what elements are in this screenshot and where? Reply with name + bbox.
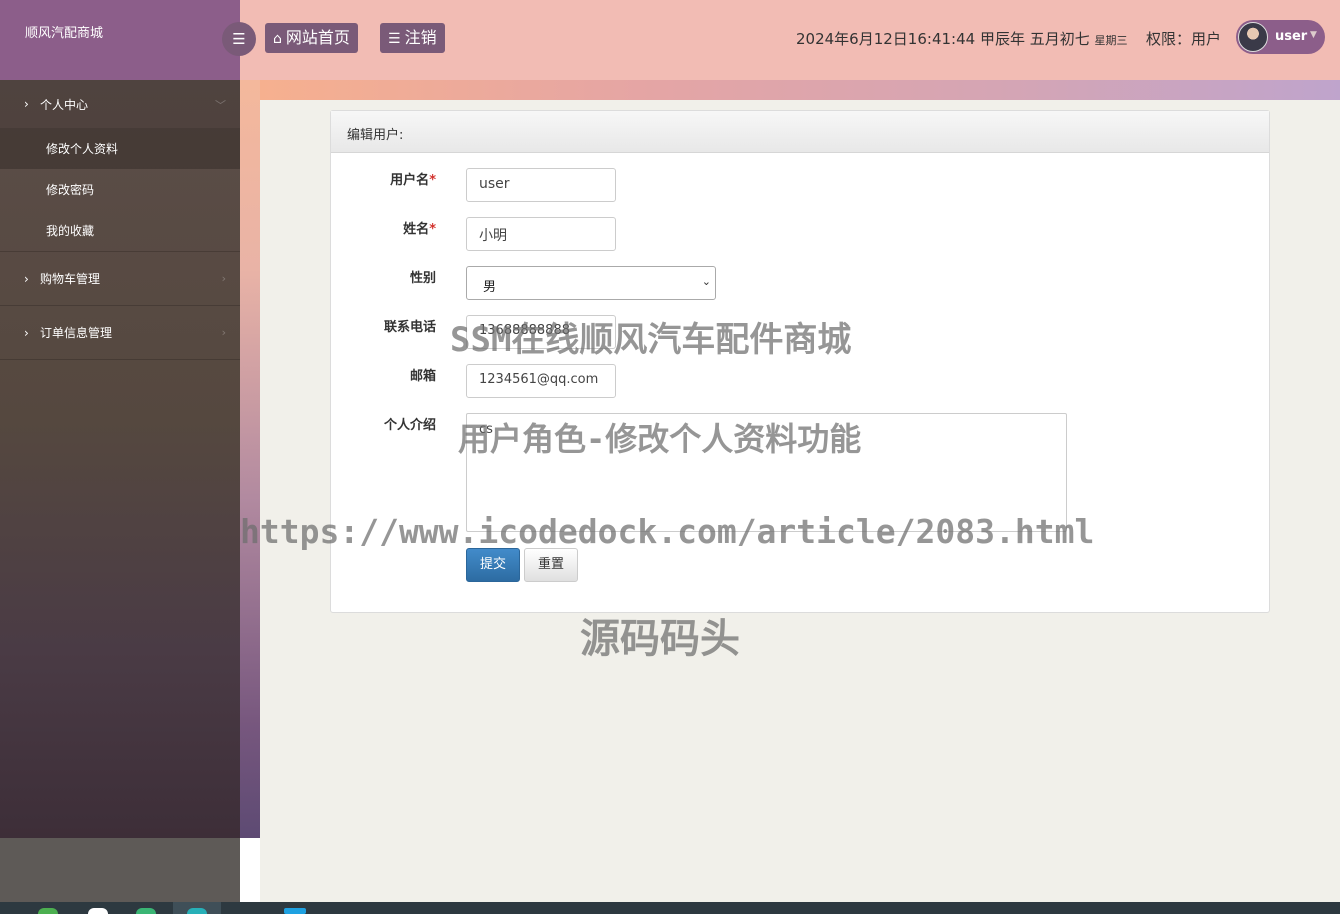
chevron-down-icon: ﹀ xyxy=(215,99,226,112)
header-gradient-bar xyxy=(260,80,1340,100)
user-menu-button[interactable]: user ▼ xyxy=(1236,20,1325,54)
username-label-text: 用户名 xyxy=(390,173,430,188)
user-name: user xyxy=(1275,29,1308,44)
sidebar-item-favorites[interactable]: 我的收藏 xyxy=(0,210,240,251)
list-icon: ☰ xyxy=(388,31,401,47)
chevron-right-icon: › xyxy=(24,97,29,111)
panel-title: 编辑用户: xyxy=(331,111,1269,153)
email-label: 邮箱 xyxy=(409,369,436,384)
menu-personal-center[interactable]: › 个人中心 ﹀ xyxy=(0,80,240,128)
menu-personal-center-label: 个人中心 xyxy=(40,97,89,112)
taskbar-app-icon[interactable] xyxy=(88,908,108,914)
sidebar-item-label: 修改个人资料 xyxy=(46,142,119,156)
weekday-text: 星期三 xyxy=(1094,34,1128,47)
edit-user-panel: 编辑用户: 用户名* user 姓名* 小明 性别 男 ⌄ 联系电话 13688… xyxy=(330,110,1270,613)
taskbar xyxy=(0,902,1340,914)
sidebar: 顺风汽配商城 › 个人中心 ﹀ 修改个人资料 修改密码 我的收藏 › 购物车管理… xyxy=(0,0,240,838)
username-label: 用户名* xyxy=(331,169,436,188)
logout-button[interactable]: ☰ 注销 xyxy=(380,23,445,53)
chevron-right-small-icon: › xyxy=(221,272,226,285)
avatar xyxy=(1238,22,1268,52)
sidebar-item-label: 修改密码 xyxy=(46,183,95,197)
datetime-text: 2024年6月12日16:41:44 甲辰年 五月初七 xyxy=(796,30,1090,48)
submit-button[interactable]: 提交 xyxy=(466,548,520,582)
sidebar-item-edit-profile[interactable]: 修改个人资料 xyxy=(0,128,240,169)
gender-selected-value: 男 xyxy=(483,280,497,295)
email-field[interactable]: 1234561@qq.com xyxy=(466,364,616,398)
logout-button-label: 注销 xyxy=(404,28,437,47)
menu-cart-label: 购物车管理 xyxy=(40,272,101,286)
menu-group-personal: › 个人中心 ﹀ 修改个人资料 修改密码 我的收藏 xyxy=(0,80,240,252)
sidebar-footer xyxy=(0,838,240,902)
menu-toggle-button[interactable]: ☰ xyxy=(222,22,256,56)
taskbar-app-icon xyxy=(187,908,207,914)
brand-title: 顺风汽配商城 xyxy=(0,0,240,80)
gender-label: 性别 xyxy=(409,271,436,286)
required-mark: * xyxy=(429,222,436,237)
menu-order-management[interactable]: › 订单信息管理 › xyxy=(0,306,240,359)
home-icon: ⌂ xyxy=(273,31,282,47)
sidebar-item-label: 我的收藏 xyxy=(46,224,95,238)
chevron-down-icon: ⌄ xyxy=(701,275,711,288)
hamburger-icon: ☰ xyxy=(232,30,246,48)
home-button[interactable]: ⌂ 网站首页 xyxy=(265,23,358,53)
reset-button[interactable]: 重置 xyxy=(524,548,578,582)
permission-text: 权限：用户 xyxy=(1146,30,1222,48)
chevron-right-icon: › xyxy=(24,325,29,340)
taskbar-app-icon[interactable] xyxy=(284,908,306,914)
taskbar-active-slot[interactable] xyxy=(173,902,221,914)
taskbar-app-icon[interactable] xyxy=(38,908,58,914)
realname-field[interactable]: 小明 xyxy=(466,217,616,251)
username-field[interactable]: user xyxy=(466,168,616,202)
menu-cart-management[interactable]: › 购物车管理 › xyxy=(0,252,240,305)
taskbar-app-icon[interactable] xyxy=(136,908,156,914)
top-header: ☰ ⌂ 网站首页 ☰ 注销 2024年6月12日16:41:44 甲辰年 五月初七 … xyxy=(222,0,1340,80)
sidebar-edge-gradient xyxy=(240,80,260,838)
menu-group-orders: › 订单信息管理 › xyxy=(0,306,240,360)
menu-group-cart: › 购物车管理 › xyxy=(0,252,240,306)
intro-label: 个人介绍 xyxy=(383,418,436,433)
main-content: 编辑用户: 用户名* user 姓名* 小明 性别 男 ⌄ 联系电话 13688… xyxy=(260,100,1340,902)
caret-down-icon: ▼ xyxy=(1310,30,1317,40)
datetime-display: 2024年6月12日16:41:44 甲辰年 五月初七 星期三 xyxy=(796,28,1128,49)
chevron-right-icon: › xyxy=(24,271,29,286)
intro-textarea[interactable]: cs xyxy=(466,413,1067,532)
required-mark: * xyxy=(429,173,436,188)
menu-order-label: 订单信息管理 xyxy=(40,326,113,340)
gender-select[interactable]: 男 ⌄ xyxy=(466,266,716,300)
phone-label: 联系电话 xyxy=(383,320,436,335)
realname-label-text: 姓名 xyxy=(403,222,430,237)
home-button-label: 网站首页 xyxy=(285,28,350,47)
realname-label: 姓名* xyxy=(331,218,436,237)
phone-field[interactable]: 13688888888 xyxy=(466,315,616,349)
sidebar-item-change-password[interactable]: 修改密码 xyxy=(0,169,240,210)
chevron-right-small-icon: › xyxy=(221,326,226,339)
